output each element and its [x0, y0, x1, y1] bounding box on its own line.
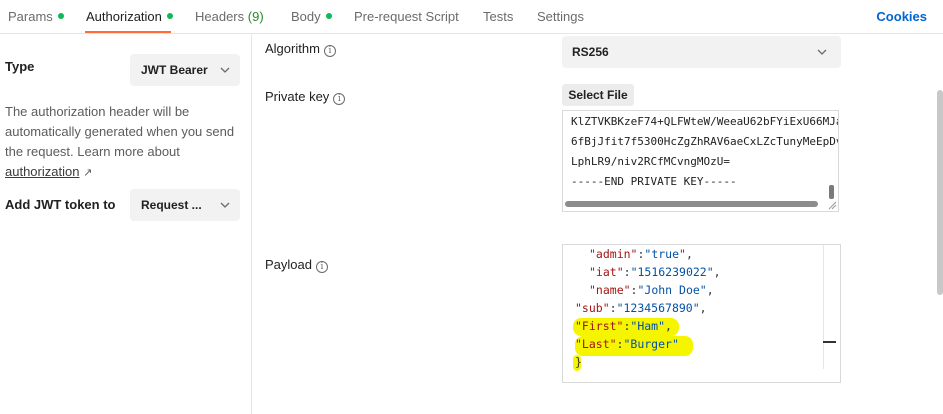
algorithm-dropdown[interactable]: RS256 [562, 36, 841, 68]
json-key: "iat" [589, 265, 624, 279]
editor-gutter [823, 245, 824, 369]
code-line: "First":"Ham", [575, 319, 672, 333]
auth-description-text: The authorization header will be automat… [5, 104, 235, 159]
tab-headers[interactable]: Headers (9) [195, 9, 264, 24]
resize-handle-icon[interactable] [827, 200, 837, 210]
algorithm-label-text: Algorithm [265, 41, 320, 56]
request-tab-bar: Params Authorization Headers (9) Body Pr… [0, 0, 943, 34]
code-line: } [575, 355, 582, 369]
tab-body-label: Body [291, 9, 321, 24]
tab-pre-request-script[interactable]: Pre-request Script [354, 9, 459, 24]
code-line: "iat":"1516239022", [589, 265, 721, 279]
json-key: "Last" [575, 337, 617, 351]
json-key: "admin" [589, 247, 638, 261]
type-label: Type [5, 59, 35, 74]
add-token-to-value: Request ... [141, 198, 202, 212]
payload-label-text: Payload [265, 257, 312, 272]
private-key-textarea[interactable]: KlZTVKBKzeF74+QLFWteW/WeeaU62bFYiExU66MJ… [562, 110, 839, 212]
key-line: LphLR9/niv2RCfMCvngMOzU= [571, 155, 730, 168]
tab-authorization[interactable]: Authorization [86, 9, 173, 24]
json-value: "Ham" [630, 319, 666, 333]
page-scrollbar[interactable] [937, 90, 943, 295]
auth-type-value: JWT Bearer [141, 63, 208, 77]
tab-authorization-label: Authorization [86, 9, 162, 24]
status-dot [325, 13, 332, 19]
authorization-docs-link[interactable]: authorization [5, 164, 79, 179]
private-key-label-text: Private key [265, 89, 330, 104]
vertical-scrollbar[interactable] [829, 185, 834, 199]
select-file-button[interactable]: Select File [562, 84, 634, 106]
info-icon[interactable]: i [323, 45, 336, 57]
code-line: "sub":"1234567890", [575, 301, 707, 315]
add-jwt-token-label: Add JWT token to [5, 197, 116, 212]
algorithm-label: Algorithm i [265, 41, 336, 57]
add-token-to-dropdown[interactable]: Request ... [130, 189, 240, 221]
algorithm-value: RS256 [572, 45, 609, 59]
tab-settings[interactable]: Settings [537, 9, 584, 24]
chevron-down-icon [220, 202, 230, 208]
json-key: "First" [575, 319, 624, 333]
tab-headers-label: Headers [195, 9, 245, 24]
json-value: "John Doe" [637, 283, 707, 297]
payload-editor[interactable]: "admin":"true", "iat":"1516239022", "nam… [562, 244, 841, 383]
status-dot [57, 13, 64, 19]
cookies-link[interactable]: Cookies [876, 9, 927, 24]
auth-type-dropdown[interactable]: JWT Bearer [130, 54, 240, 86]
chevron-down-icon [220, 67, 230, 73]
key-line: KlZTVKBKzeF74+QLFWteW/WeeaU62bFYiExU66MJ… [571, 115, 839, 128]
tab-params[interactable]: Params [8, 9, 64, 24]
json-value: "Burger" [623, 337, 679, 351]
active-tab-indicator [85, 31, 171, 33]
auth-description: The authorization header will be automat… [5, 102, 245, 183]
tab-pre-request-label: Pre-request Script [354, 9, 459, 24]
info-icon[interactable]: i [333, 93, 346, 105]
chevron-down-icon [817, 49, 827, 55]
info-icon[interactable]: i [315, 261, 328, 273]
status-dot [166, 13, 173, 19]
key-line: -----END PRIVATE KEY----- [571, 175, 737, 188]
tab-tests-label: Tests [483, 9, 514, 24]
tab-body[interactable]: Body [291, 9, 332, 24]
key-line: 6fBjJfit7f5300HcZgZhRAV6aeCxLZcTunyMeEpD… [571, 135, 839, 148]
code-line: "admin":"true", [589, 247, 693, 261]
json-key: "sub" [575, 301, 610, 315]
json-value: "true" [644, 247, 686, 261]
tab-params-label: Params [8, 9, 53, 24]
private-key-label: Private key i [265, 89, 346, 105]
editor-ruler-mark [823, 341, 836, 343]
code-line: "name":"John Doe", [589, 283, 714, 297]
external-link-icon: ↗ [83, 167, 93, 179]
tab-tests[interactable]: Tests [483, 9, 513, 24]
headers-count-badge: (9) [247, 9, 264, 24]
json-value: "1234567890" [616, 301, 700, 315]
auth-type-panel: Type JWT Bearer The authorization header… [0, 34, 252, 414]
horizontal-scrollbar[interactable] [565, 201, 818, 207]
json-key: "name" [589, 283, 631, 297]
json-value: "1516239022" [630, 265, 714, 279]
tab-settings-label: Settings [537, 9, 584, 24]
payload-label: Payload i [265, 257, 328, 273]
code-line: "Last":"Burger" [575, 337, 679, 351]
